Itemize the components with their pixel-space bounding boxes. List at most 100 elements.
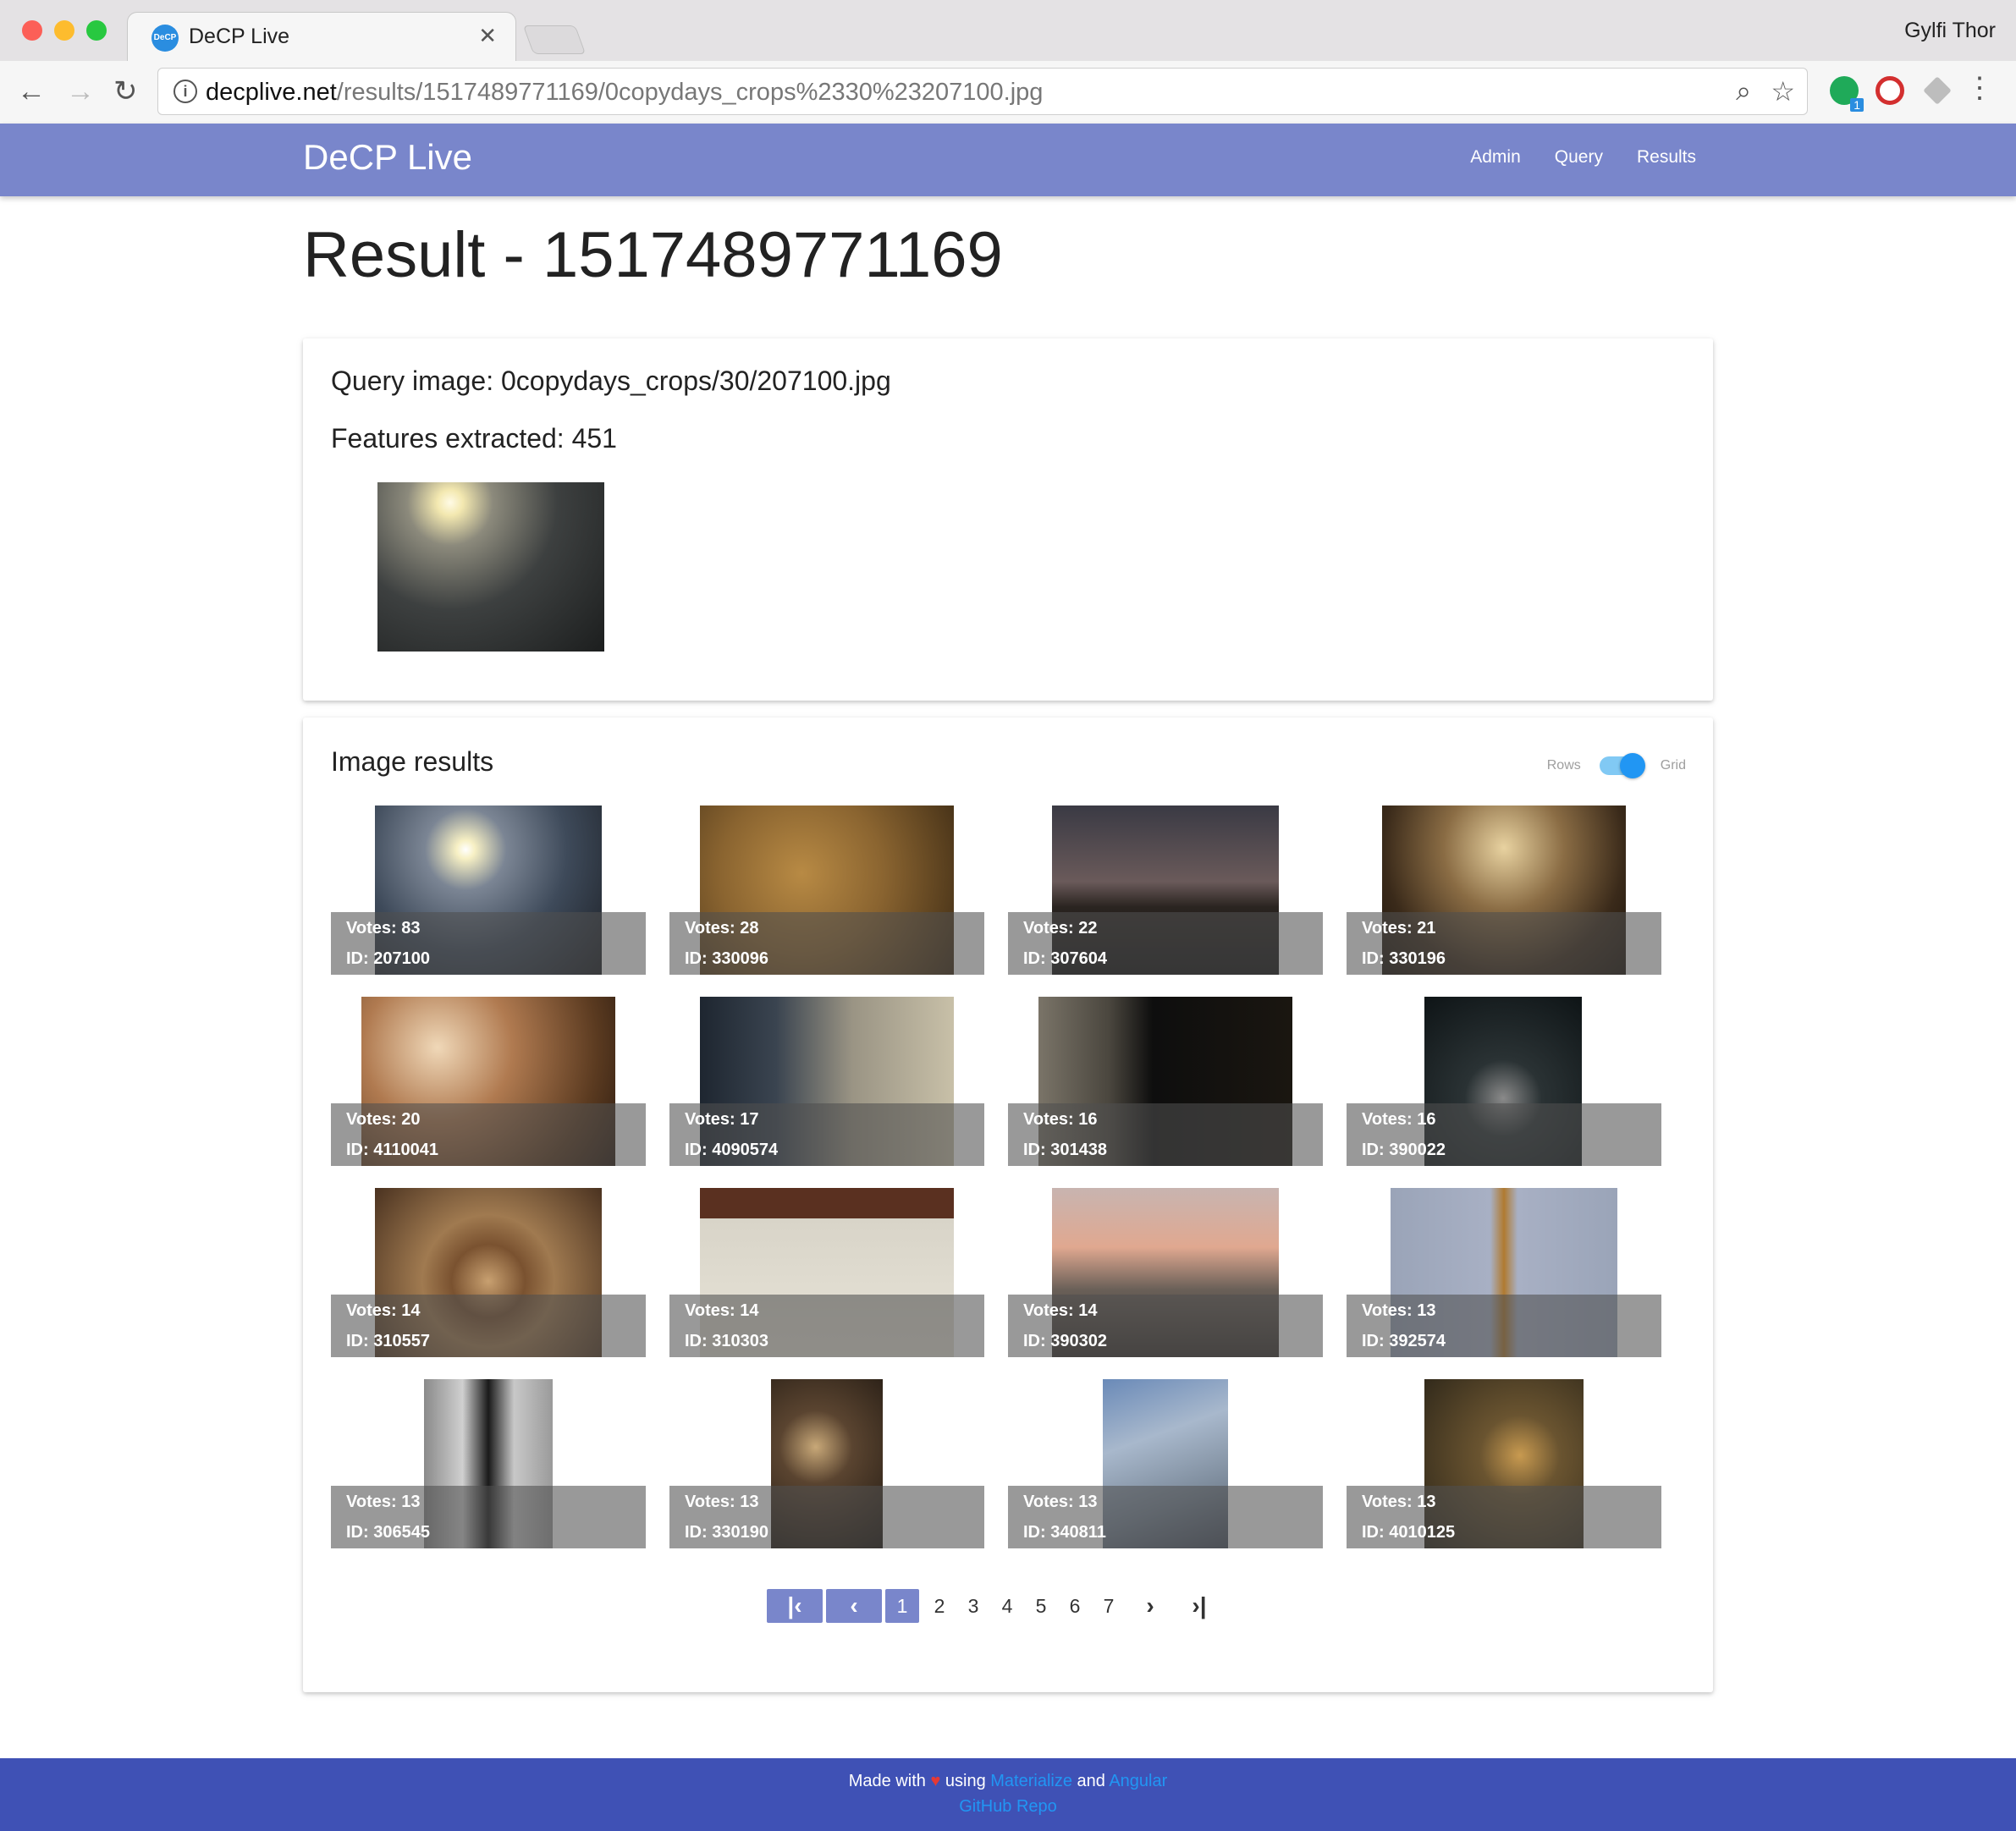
result-id: ID: 307604 bbox=[1023, 949, 1107, 968]
drive-icon[interactable] bbox=[1923, 76, 1952, 105]
nav-link-results[interactable]: Results bbox=[1637, 147, 1696, 168]
result-votes: Votes: 13 bbox=[685, 1493, 759, 1511]
result-votes: Votes: 14 bbox=[346, 1301, 421, 1320]
result-votes: Votes: 16 bbox=[1362, 1110, 1436, 1129]
nav-link-admin[interactable]: Admin bbox=[1470, 147, 1521, 168]
url-text[interactable]: decplive.net/results/1517489771169/0copy… bbox=[206, 79, 1043, 107]
result-tile[interactable]: Votes: 14 ID: 310557 bbox=[331, 1188, 646, 1357]
footer: Made with ♥ using Materialize and Angula… bbox=[0, 1758, 2016, 1831]
page-link[interactable]: 7 bbox=[1092, 1595, 1126, 1618]
github-repo-link[interactable]: GitHub Repo bbox=[0, 1797, 2016, 1817]
bookmark-star-icon[interactable]: ☆ bbox=[1771, 75, 1795, 107]
result-tile[interactable]: Votes: 13 ID: 392574 bbox=[1347, 1188, 1661, 1357]
result-overlay: Votes: 13 ID: 340811 bbox=[1008, 1486, 1323, 1548]
browser-chrome: DeCP DeCP Live ✕ Gylfi Thor ← → ↻ i decp… bbox=[0, 0, 2016, 124]
result-overlay: Votes: 13 ID: 4010125 bbox=[1347, 1486, 1661, 1548]
minimize-window-button[interactable] bbox=[54, 20, 74, 41]
switch-knob bbox=[1619, 753, 1645, 778]
query-card: Query image: 0copydays_crops/30/207100.j… bbox=[303, 338, 1713, 701]
query-image-label: Query image: 0copydays_crops/30/207100.j… bbox=[331, 366, 891, 396]
page-link[interactable]: 4 bbox=[990, 1595, 1024, 1618]
address-bar[interactable]: i decplive.net/results/1517489771169/0co… bbox=[157, 68, 1808, 115]
forward-arrow-icon[interactable]: → bbox=[66, 71, 95, 112]
browser-menu-icon[interactable]: ⋮ bbox=[1965, 71, 1994, 105]
result-votes: Votes: 17 bbox=[685, 1110, 759, 1129]
profile-name[interactable]: Gylfi Thor bbox=[1904, 19, 1996, 43]
footer-credits: Made with ♥ using Materialize and Angula… bbox=[0, 1772, 2016, 1791]
reload-icon[interactable]: ↻ bbox=[113, 71, 138, 112]
result-id: ID: 310303 bbox=[685, 1332, 768, 1350]
result-tile[interactable]: Votes: 14 ID: 310303 bbox=[669, 1188, 984, 1357]
result-tile[interactable]: Votes: 13 ID: 340811 bbox=[1008, 1379, 1323, 1548]
page-link[interactable]: 3 bbox=[956, 1595, 990, 1618]
result-votes: Votes: 13 bbox=[1362, 1493, 1436, 1511]
page-link[interactable]: 6 bbox=[1058, 1595, 1092, 1618]
result-votes: Votes: 13 bbox=[1362, 1301, 1436, 1320]
result-tile[interactable]: Votes: 22 ID: 307604 bbox=[1008, 806, 1323, 975]
result-votes: Votes: 13 bbox=[346, 1493, 421, 1511]
close-tab-icon[interactable]: ✕ bbox=[478, 23, 497, 49]
result-overlay: Votes: 16 ID: 390022 bbox=[1347, 1103, 1661, 1166]
results-grid: Votes: 83 ID: 207100 Votes: 28 ID: 330096 … bbox=[331, 806, 1661, 1550]
result-overlay: Votes: 13 ID: 306545 bbox=[331, 1486, 646, 1548]
result-id: ID: 207100 bbox=[346, 949, 430, 968]
url-host: decplive.net bbox=[206, 79, 337, 106]
result-tile[interactable]: Votes: 13 ID: 306545 bbox=[331, 1379, 646, 1548]
result-tile[interactable]: Votes: 16 ID: 390022 bbox=[1347, 997, 1661, 1166]
maximize-window-button[interactable] bbox=[86, 20, 107, 41]
view-toggle: Rows Grid bbox=[1546, 753, 1686, 778]
page-current[interactable]: 1 bbox=[885, 1589, 919, 1623]
browser-tab[interactable]: DeCP DeCP Live ✕ bbox=[127, 12, 516, 61]
result-tile[interactable]: Votes: 17 ID: 4090574 bbox=[669, 997, 984, 1166]
result-votes: Votes: 83 bbox=[346, 919, 421, 937]
materialize-link[interactable]: Materialize bbox=[990, 1772, 1072, 1790]
result-id: ID: 301438 bbox=[1023, 1141, 1107, 1159]
app-navbar: DeCP Live Admin Query Results bbox=[0, 124, 2016, 196]
browser-toolbar: ← → ↻ i decplive.net/results/15174897711… bbox=[0, 61, 2016, 124]
page-link[interactable]: 2 bbox=[923, 1595, 956, 1618]
info-icon[interactable]: i bbox=[174, 80, 197, 103]
footer-and: and bbox=[1077, 1772, 1105, 1790]
result-tile[interactable]: Votes: 16 ID: 301438 bbox=[1008, 997, 1323, 1166]
result-overlay: Votes: 21 ID: 330196 bbox=[1347, 912, 1661, 975]
rows-grid-switch[interactable] bbox=[1599, 753, 1645, 778]
result-tile[interactable]: Votes: 13 ID: 4010125 bbox=[1347, 1379, 1661, 1548]
result-id: ID: 4010125 bbox=[1362, 1523, 1456, 1542]
new-tab-button[interactable] bbox=[522, 25, 587, 54]
result-votes: Votes: 20 bbox=[346, 1110, 421, 1129]
result-tile[interactable]: Votes: 14 ID: 390302 bbox=[1008, 1188, 1323, 1357]
result-tile[interactable]: Votes: 83 ID: 207100 bbox=[331, 806, 646, 975]
angular-link[interactable]: Angular bbox=[1109, 1772, 1167, 1790]
result-votes: Votes: 13 bbox=[1023, 1493, 1098, 1511]
result-tile[interactable]: Votes: 20 ID: 4110041 bbox=[331, 997, 646, 1166]
close-window-button[interactable] bbox=[22, 20, 42, 41]
result-overlay: Votes: 83 ID: 207100 bbox=[331, 912, 646, 975]
brand-logo[interactable]: DeCP Live bbox=[303, 137, 472, 178]
nav-links: Admin Query Results bbox=[1470, 147, 1696, 168]
result-votes: Votes: 14 bbox=[685, 1301, 759, 1320]
next-page-button[interactable]: › bbox=[1126, 1592, 1175, 1619]
zoom-icon[interactable]: ⌕ bbox=[1736, 75, 1751, 107]
extension-icon-green[interactable]: 1 bbox=[1830, 76, 1864, 112]
nav-link-query[interactable]: Query bbox=[1555, 147, 1603, 168]
page-link[interactable]: 5 bbox=[1024, 1595, 1058, 1618]
result-id: ID: 4090574 bbox=[685, 1141, 779, 1159]
result-tile[interactable]: Votes: 21 ID: 330196 bbox=[1347, 806, 1661, 975]
toggle-label-rows: Rows bbox=[1546, 758, 1581, 773]
last-page-button[interactable]: ›| bbox=[1175, 1592, 1224, 1619]
result-overlay: Votes: 13 ID: 330190 bbox=[669, 1486, 984, 1548]
image-results-title: Image results bbox=[331, 746, 494, 777]
back-arrow-icon[interactable]: ← bbox=[17, 71, 46, 112]
result-overlay: Votes: 16 ID: 301438 bbox=[1008, 1103, 1323, 1166]
results-card: Image results Rows Grid Votes: 83 ID: 207… bbox=[303, 718, 1713, 1692]
result-overlay: Votes: 17 ID: 4090574 bbox=[669, 1103, 984, 1166]
result-overlay: Votes: 22 ID: 307604 bbox=[1008, 912, 1323, 975]
first-page-button[interactable]: |‹ bbox=[767, 1589, 823, 1623]
adblock-icon[interactable] bbox=[1876, 76, 1904, 105]
result-tile[interactable]: Votes: 28 ID: 330096 bbox=[669, 806, 984, 975]
result-overlay: Votes: 14 ID: 310557 bbox=[331, 1295, 646, 1357]
result-tile[interactable]: Votes: 13 ID: 330190 bbox=[669, 1379, 984, 1548]
prev-page-button[interactable]: ‹ bbox=[826, 1589, 882, 1623]
page-title: Result - 1517489771169 bbox=[303, 219, 1003, 291]
query-image bbox=[377, 482, 604, 652]
